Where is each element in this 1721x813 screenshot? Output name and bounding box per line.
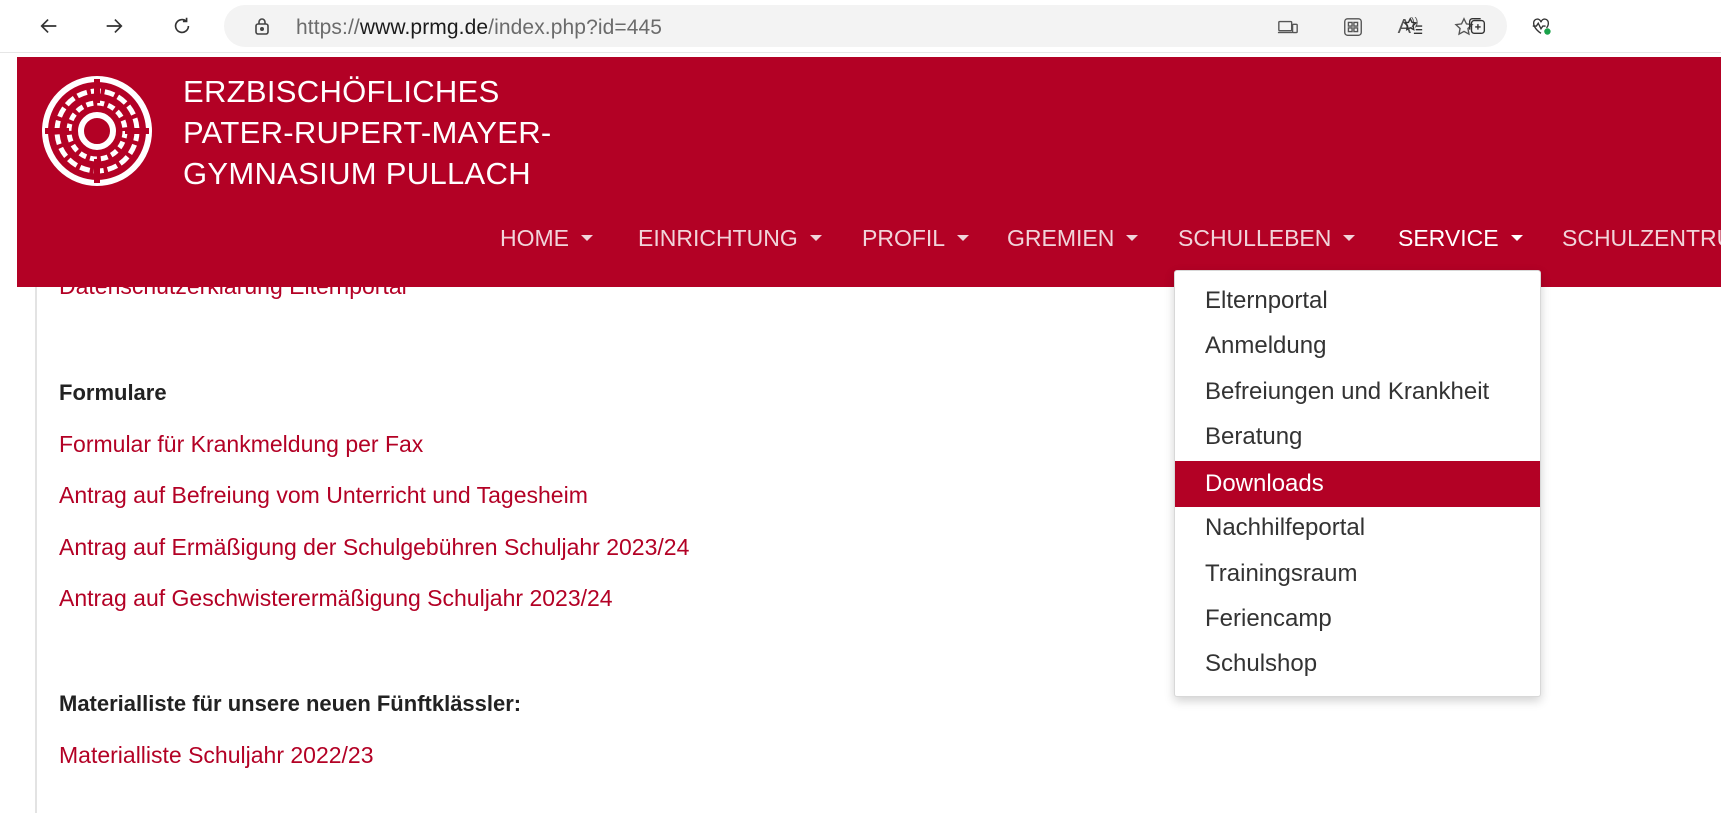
- browser-toolbar: https://www.prmg.de/index.php?id=445 A)): [0, 0, 1721, 53]
- nav-label-profil: PROFIL: [862, 224, 946, 251]
- address-bar[interactable]: https://www.prmg.de/index.php?id=445 A)): [224, 5, 1507, 47]
- content-left-border: [17, 287, 37, 813]
- back-icon[interactable]: [33, 10, 65, 42]
- menu-item-downloads[interactable]: Downloads: [1175, 461, 1540, 507]
- nav-item-profil[interactable]: PROFIL: [862, 217, 970, 259]
- nav-item-schulzentrum[interactable]: SCHULZENTRU: [1562, 217, 1721, 259]
- devices-icon[interactable]: [1276, 15, 1300, 39]
- refresh-icon[interactable]: [166, 10, 198, 42]
- caret-down-icon: [957, 235, 970, 241]
- service-dropdown-menu: Elternportal Anmeldung Befreiungen und K…: [1174, 270, 1541, 697]
- browser-health-icon[interactable]: [1525, 10, 1557, 42]
- nav-item-gremien[interactable]: GREMIEN: [1007, 217, 1139, 259]
- url-text[interactable]: https://www.prmg.de/index.php?id=445: [296, 16, 662, 40]
- school-logo[interactable]: [41, 75, 153, 187]
- menu-item-schulshop[interactable]: Schulshop: [1175, 642, 1540, 686]
- content-link-ermaessigung[interactable]: Antrag auf Ermäßigung der Schulgebühren …: [59, 534, 689, 561]
- school-name-line-3: GYMNASIUM PULLACH: [183, 156, 531, 191]
- nav-item-schulleben[interactable]: SCHULLEBEN: [1178, 217, 1356, 259]
- collections-icon[interactable]: [1461, 10, 1493, 42]
- url-host: www.prmg.de: [359, 16, 489, 39]
- menu-item-trainingsraum[interactable]: Trainingsraum: [1175, 552, 1540, 596]
- apps-icon[interactable]: [1341, 15, 1365, 39]
- content-link-materialliste[interactable]: Materialliste Schuljahr 2022/23: [59, 742, 374, 769]
- content-link-befreiung[interactable]: Antrag auf Befreiung vom Unterricht und …: [59, 482, 588, 509]
- materialliste-heading: Materialliste für unsere neuen Fünftkläs…: [59, 691, 522, 716]
- nav-item-einrichtung[interactable]: EINRICHTUNG: [638, 217, 822, 259]
- site-header: ERZBISCHÖFLICHES PATER-RUPERT-MAYER- GYM…: [17, 57, 1721, 287]
- forward-icon[interactable]: [98, 10, 130, 42]
- nav-label-gremien: GREMIEN: [1007, 224, 1115, 251]
- nav-item-service[interactable]: SERVICE: [1398, 217, 1523, 259]
- nav-label-einrichtung: EINRICHTUNG: [638, 224, 798, 251]
- lock-icon[interactable]: [252, 16, 272, 36]
- school-name[interactable]: ERZBISCHÖFLICHES PATER-RUPERT-MAYER- GYM…: [183, 71, 552, 194]
- nav-label-home: HOME: [500, 224, 569, 251]
- menu-item-feriencamp[interactable]: Feriencamp: [1175, 597, 1540, 641]
- menu-item-anmeldung[interactable]: Anmeldung: [1175, 324, 1540, 368]
- school-name-line-1: ERZBISCHÖFLICHES: [183, 74, 500, 109]
- caret-down-icon: [1510, 235, 1523, 241]
- nav-label-schulleben: SCHULLEBEN: [1178, 224, 1332, 251]
- formulare-heading: Formulare: [59, 380, 167, 405]
- menu-item-beratung[interactable]: Beratung: [1175, 415, 1540, 459]
- url-prefix: https://: [296, 16, 360, 39]
- nav-label-schulzentrum: SCHULZENTRU: [1562, 224, 1721, 251]
- school-name-line-2: PATER-RUPERT-MAYER-: [183, 115, 552, 150]
- content-link-geschwister[interactable]: Antrag auf Geschwisterermäßigung Schulja…: [59, 585, 613, 612]
- menu-item-befreiungen[interactable]: Befreiungen und Krankheit: [1175, 370, 1540, 414]
- menu-item-nachhilfeportal[interactable]: Nachhilfeportal: [1175, 506, 1540, 550]
- menu-item-elternportal[interactable]: Elternportal: [1175, 279, 1540, 323]
- caret-down-icon: [809, 235, 822, 241]
- url-path: /index.php?id=445: [488, 16, 663, 39]
- nav-item-home[interactable]: HOME: [500, 217, 593, 259]
- main-nav: HOME EINRICHTUNG PROFIL GREMIEN SCHULLEB…: [17, 217, 1721, 259]
- caret-down-icon: [581, 235, 593, 241]
- favorites-icon[interactable]: [1397, 10, 1429, 42]
- caret-down-icon: [1343, 235, 1356, 241]
- caret-down-icon: [1126, 235, 1139, 241]
- content-link-krankmeldung[interactable]: Formular für Krankmeldung per Fax: [59, 431, 423, 458]
- nav-label-service: SERVICE: [1398, 224, 1499, 251]
